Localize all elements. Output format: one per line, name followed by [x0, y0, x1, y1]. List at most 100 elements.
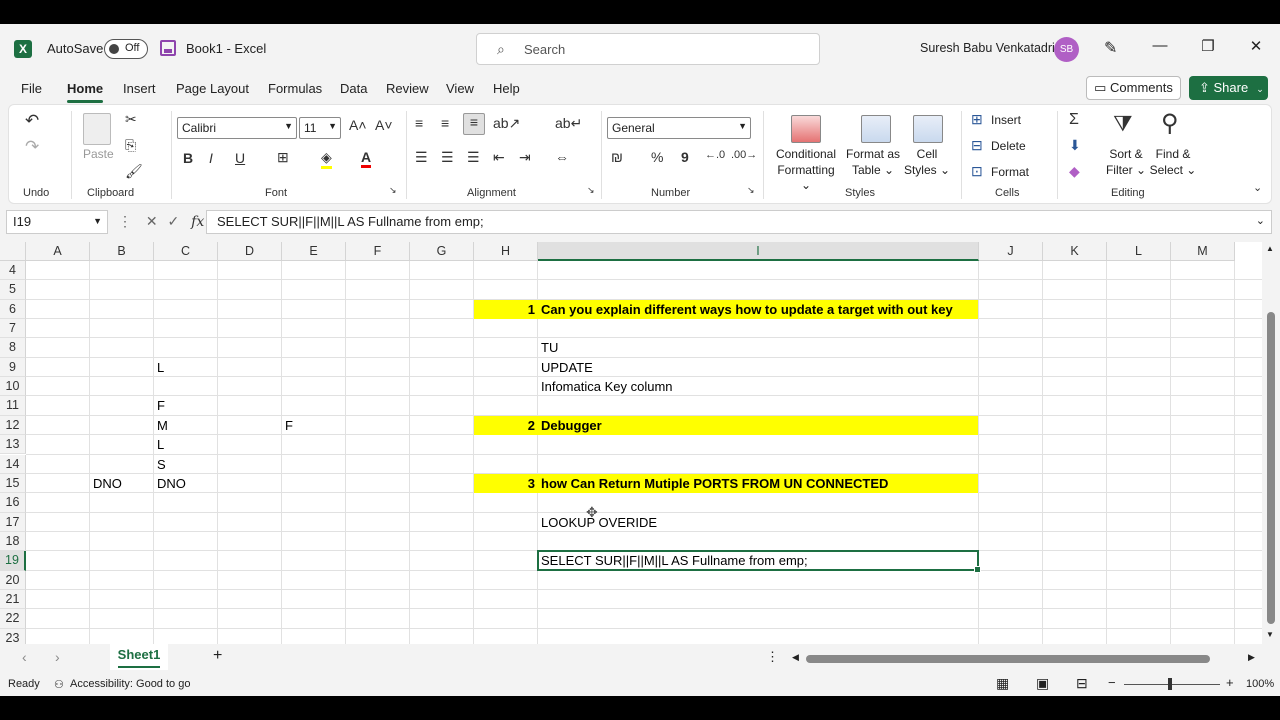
insert-cells-icon[interactable]: ⊞ [971, 111, 983, 128]
italic-button[interactable]: I [209, 150, 213, 166]
sheet-tab-sheet1[interactable]: Sheet1 [110, 644, 168, 670]
clear-icon[interactable]: ◆ [1069, 163, 1080, 180]
formula-input[interactable]: SELECT SUR||F||M||L AS Fullname from emp… [206, 210, 1272, 234]
accessibility-icon[interactable]: ⚇ [54, 678, 64, 691]
font-size-select[interactable]: 11 ▼ [299, 117, 341, 139]
column-header-b[interactable]: B [90, 242, 154, 261]
format-as-table-label-2[interactable]: Table ⌄ [843, 163, 903, 178]
conditional-formatting-label-1[interactable]: Conditional [771, 147, 841, 162]
active-cell-selection[interactable] [537, 550, 981, 573]
row-header-12[interactable]: 12 [0, 415, 26, 436]
dialog-launcher-icon[interactable]: ↘ [747, 185, 755, 196]
scroll-right-icon[interactable]: ▶ [1248, 652, 1255, 663]
row-header-9[interactable]: 9 [0, 357, 26, 378]
borders-icon[interactable]: ⊞ [277, 149, 289, 166]
row-header-17[interactable]: 17 [0, 512, 26, 532]
prev-sheet-icon[interactable]: ‹ [22, 649, 27, 665]
scroll-left-icon[interactable]: ◀ [792, 652, 799, 663]
row-header-13[interactable]: 13 [0, 435, 26, 455]
row-header-5[interactable]: 5 [0, 280, 26, 300]
avatar[interactable]: SB [1054, 37, 1079, 62]
autosum-icon[interactable]: Σ [1069, 111, 1079, 129]
accounting-icon[interactable]: ₪ [611, 149, 623, 165]
chevron-down-icon[interactable]: ⌄ [1256, 84, 1264, 94]
column-header-f[interactable]: F [346, 242, 410, 261]
sort-filter-label-2[interactable]: Filter ⌄ [1103, 163, 1149, 178]
cell-i6[interactable]: Can you explain different ways how to up… [541, 300, 953, 319]
undo-icon[interactable]: ↶ [25, 111, 39, 131]
search-box[interactable]: ⌕ Search [476, 33, 820, 65]
copy-icon[interactable]: ⎘ [125, 137, 136, 154]
cell-styles-icon[interactable] [913, 115, 943, 143]
format-as-table-icon[interactable] [861, 115, 891, 143]
row-header-7[interactable]: 7 [0, 319, 26, 339]
chevron-down-icon[interactable]: ▼ [93, 216, 102, 226]
wrap-text-icon[interactable]: ab↵ [555, 115, 582, 132]
paste-icon[interactable] [83, 113, 111, 145]
percent-button[interactable]: % [651, 149, 663, 165]
vertical-scroll-thumb[interactable] [1267, 312, 1275, 624]
column-header-a[interactable]: A [26, 242, 90, 261]
cell-h15[interactable]: 3 [474, 474, 535, 493]
insert-function-icon[interactable]: fx [191, 214, 204, 230]
merge-center-icon[interactable]: ⇔ [555, 149, 569, 165]
horizontal-scroll-thumb[interactable] [806, 655, 1210, 663]
cell-i8[interactable]: TU [541, 338, 558, 357]
close-icon[interactable]: ✕ [1244, 37, 1268, 55]
cancel-icon[interactable]: ✕ [146, 213, 158, 229]
vertical-scrollbar[interactable]: ▲ ▼ [1262, 242, 1280, 644]
decrease-indent-icon[interactable]: ⇤ [493, 149, 505, 166]
conditional-formatting-label-2[interactable]: Formatting ⌄ [771, 163, 841, 193]
conditional-formatting-icon[interactable] [791, 115, 821, 143]
tab-review[interactable]: Review [386, 81, 429, 96]
increase-font-icon[interactable]: A˄ [349, 117, 367, 133]
row-header-15[interactable]: 15 [0, 473, 26, 494]
share-button[interactable]: ⇪ Share ⌄ [1189, 76, 1268, 100]
cell-h6[interactable]: 1 [474, 300, 535, 319]
find-select-label-2[interactable]: Select ⌄ [1149, 163, 1197, 178]
cell-styles-label-1[interactable]: Cell [903, 147, 951, 162]
delete-cells-icon[interactable]: ⊟ [971, 137, 983, 154]
column-header-k[interactable]: K [1043, 242, 1107, 261]
sort-filter-icon[interactable]: ⧩ [1113, 111, 1133, 137]
increase-indent-icon[interactable]: ⇥ [519, 149, 531, 166]
cell-c15[interactable]: DNO [157, 474, 186, 493]
row-header-23[interactable]: 23 [0, 628, 26, 644]
comma-button[interactable]: 9 [681, 149, 689, 165]
cell-c9[interactable]: L [157, 358, 164, 377]
scroll-down-icon[interactable]: ▼ [1266, 630, 1274, 639]
cell-e12[interactable]: F [285, 416, 293, 435]
row-header-10[interactable]: 10 [0, 377, 26, 397]
tab-data[interactable]: Data [340, 81, 367, 96]
format-as-table-label-1[interactable]: Format as [843, 147, 903, 162]
format-cells-icon[interactable]: ⊡ [971, 163, 983, 180]
more-icon[interactable]: ⋮ [118, 213, 132, 229]
sort-filter-label-1[interactable]: Sort & [1103, 147, 1149, 162]
column-header-e[interactable]: E [282, 242, 346, 261]
page-layout-view-icon[interactable]: ▣ [1036, 675, 1049, 692]
tab-view[interactable]: View [446, 81, 474, 96]
row-header-21[interactable]: 21 [0, 589, 26, 610]
save-icon[interactable] [160, 40, 176, 56]
align-center-icon[interactable]: ☰ [441, 149, 454, 166]
paste-label[interactable]: Paste [83, 147, 114, 161]
scroll-up-icon[interactable]: ▲ [1266, 244, 1274, 253]
tab-insert[interactable]: Insert [123, 81, 156, 96]
insert-cells-label[interactable]: Insert [991, 113, 1021, 127]
cell-c13[interactable]: L [157, 435, 164, 454]
fill-icon[interactable]: ⬇ [1069, 137, 1081, 154]
minimize-icon[interactable]: — [1148, 37, 1172, 54]
cell-i9[interactable]: UPDATE [541, 358, 593, 377]
cell-styles-label-2[interactable]: Styles ⌄ [903, 163, 951, 178]
autosave-toggle[interactable]: Off [104, 39, 148, 59]
row-header-19[interactable]: 19 [0, 551, 26, 571]
zoom-slider[interactable] [1124, 684, 1220, 685]
comments-button[interactable]: ▭ Comments [1086, 76, 1181, 100]
cell-c11[interactable]: F [157, 396, 165, 415]
next-sheet-icon[interactable]: › [55, 649, 60, 665]
column-header-d[interactable]: D [218, 242, 282, 261]
row-header-8[interactable]: 8 [0, 338, 26, 358]
fill-color-icon[interactable]: ◈ [321, 149, 332, 169]
underline-button[interactable]: U [235, 150, 245, 166]
font-name-select[interactable]: Calibri ▼ [177, 117, 297, 139]
